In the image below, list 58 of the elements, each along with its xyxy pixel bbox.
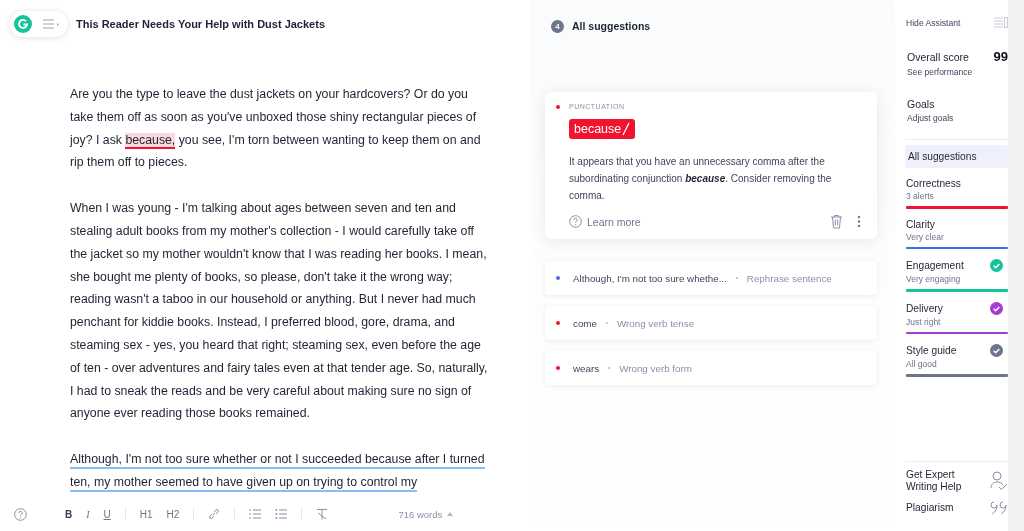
learn-more-link[interactable]: Learn more <box>569 215 641 228</box>
suggestion-description: It appears that you have an unnecessary comma after the subordinating conjunction because. Consider removing the comma. <box>569 155 833 203</box>
heading-button[interactable]: H1 <box>139 508 153 520</box>
suggestion-count: 4 <box>551 20 564 33</box>
goals-link[interactable]: Adjust goals <box>907 113 1008 123</box>
category-name[interactable]: Clarity <box>906 218 935 230</box>
category-status: All good <box>906 359 938 369</box>
paragraph: Although, I'm not too sure whether or not I succeeded because after I turned ten, my mother seemed to have given up on trying to control my <box>70 448 490 494</box>
suggestion-text: Although, I'm not too sure whethe... <box>573 272 727 284</box>
suggestion-item[interactable]: wears Wrong verb form <box>545 351 877 385</box>
category-name[interactable]: Delivery <box>906 302 943 314</box>
correction-chip[interactable]: because <box>569 119 636 139</box>
panel-icon <box>994 17 1008 28</box>
category-status: Very clear <box>906 231 945 242</box>
suggestions-title: All suggestions <box>572 20 651 32</box>
suggestion-hint: Wrong verb form <box>619 362 692 374</box>
help-icon[interactable] <box>14 507 27 521</box>
expert-button[interactable]: Get Expert Writing Help <box>905 467 1008 499</box>
goals-label: Goals <box>907 98 936 110</box>
paragraph: When I was young - I'm talking about ages between seven and ten and stealing adult books from my mother's collection - I would carefully take off the jacket so my mother wouldn't know that I was reading her books. I mean, she bought me plenty of books, so please, don't take it the wrong way; reading wasn't a taboo in our household or anything. But I never had much penchant for kiddie books. Instead, I preferred blood, gore, drama, and steaming sex - yes, you heard that right; steaming sex, even before the age of ten - over adventures and fairy tales even at that tender age. So, naturally, I had to sneak the reads and be very careful about making sure no sign of anyone ever reading those books remained. <box>70 200 489 423</box>
logo-icon[interactable] <box>14 15 32 33</box>
score-value: 99 <box>993 49 1008 64</box>
quote-icon <box>990 501 1008 515</box>
suggestion-text: wears <box>573 362 600 374</box>
numbered-list-icon[interactable] <box>249 508 262 520</box>
nav-item[interactable]: All suggestions <box>905 145 1008 168</box>
performance-link[interactable]: See performance <box>907 67 1008 77</box>
trash-icon[interactable] <box>830 214 843 229</box>
bold-button[interactable]: B <box>65 508 73 520</box>
suggestion-item[interactable]: Although, I'm not too sure whethe... Rephrase sentence <box>545 261 877 295</box>
category-name[interactable]: Style guide <box>906 345 957 356</box>
document-title: This Reader Needs Your Help with Dust Jackets <box>76 18 325 30</box>
more-icon[interactable] <box>857 215 861 228</box>
score-label: Overall score <box>907 50 969 63</box>
paragraph: Are you the type to leave the dust jackets on your hardcovers? Or do you take them off as soon as you've unboxed those shiny rectangular pieces of joy? I ask because, you see, I'm torn between wanting to keep them on and rip them off to pieces. <box>70 86 482 172</box>
suggestion-item[interactable]: come Wrong verb tense <box>545 306 877 340</box>
suggestion-hint: Wrong verb tense <box>616 317 695 329</box>
italic-button[interactable]: I <box>86 508 90 520</box>
help-icon <box>569 215 582 228</box>
caret-icon <box>447 512 454 516</box>
bulleted-list-icon[interactable] <box>275 508 288 520</box>
plagiarism-button[interactable]: Plagiarism <box>905 499 1008 521</box>
suggestion-text: come <box>573 317 597 329</box>
menu-icon[interactable] <box>42 18 60 30</box>
category-status: 3 alerts <box>906 191 935 201</box>
strike-icon <box>622 122 631 136</box>
underline-button[interactable]: U <box>103 508 111 520</box>
category-status: Just right <box>906 316 942 327</box>
person-check-icon <box>990 471 1008 491</box>
category-status: Very engaging <box>906 274 962 284</box>
category-name[interactable]: Engagement <box>906 260 964 271</box>
hide-assistant-button[interactable]: Hide Assistant <box>905 0 1008 28</box>
category-name[interactable]: Correctness <box>906 178 961 189</box>
scrollbar[interactable] <box>1008 0 1024 531</box>
link-icon[interactable] <box>208 508 221 520</box>
clear-format-icon[interactable] <box>316 508 329 520</box>
heading-button[interactable]: H2 <box>166 508 180 520</box>
suggestion-hint: Rephrase sentence <box>746 272 832 284</box>
